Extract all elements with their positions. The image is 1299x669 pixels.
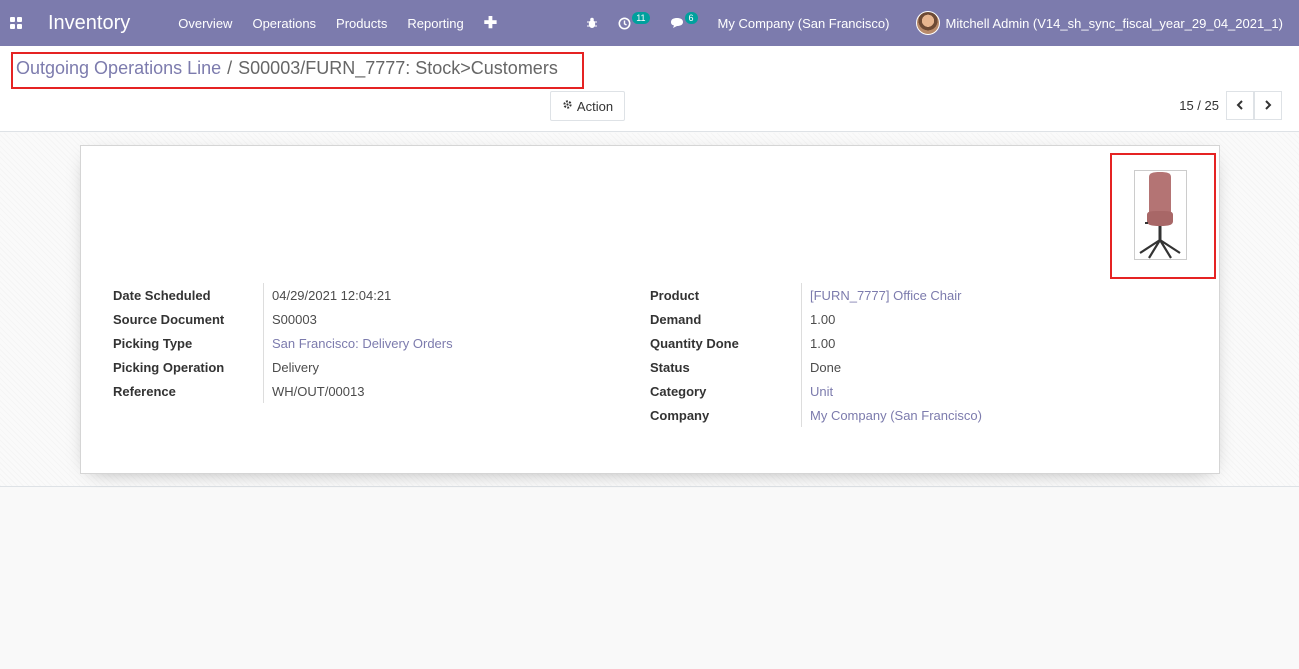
field-value: 1.00 bbox=[801, 331, 835, 355]
app-title[interactable]: Inventory bbox=[48, 12, 130, 35]
action-button[interactable]: Action bbox=[550, 91, 625, 121]
field-value: 1.00 bbox=[801, 307, 835, 331]
field-label: Picking Type bbox=[113, 335, 193, 351]
field-value: WH/OUT/00013 bbox=[263, 379, 364, 403]
field-label: Date Scheduled bbox=[113, 287, 211, 303]
field-picking-operation: Picking Operation Delivery bbox=[113, 355, 453, 379]
avatar bbox=[915, 11, 940, 35]
product-link[interactable]: [FURN_7777] Office Chair bbox=[801, 283, 962, 307]
form-sheet: Date Scheduled 04/29/2021 12:04:21 Sourc… bbox=[80, 145, 1220, 474]
user-name: Mitchell Admin (V14_sh_sync_fiscal_year_… bbox=[945, 15, 1284, 31]
pager-previous-button[interactable] bbox=[1226, 91, 1254, 120]
form-group-left: Date Scheduled 04/29/2021 12:04:21 Sourc… bbox=[113, 283, 453, 403]
menu-reporting[interactable]: Reporting bbox=[407, 16, 463, 31]
company-switcher[interactable]: My Company (San Francisco) bbox=[718, 16, 890, 31]
field-status: Status Done bbox=[650, 355, 982, 379]
field-value: 04/29/2021 12:04:21 bbox=[263, 283, 391, 307]
company-link[interactable]: My Company (San Francisco) bbox=[801, 403, 982, 427]
product-image[interactable] bbox=[1134, 170, 1187, 260]
gear-icon bbox=[562, 99, 573, 113]
messages-icon[interactable]: 6 bbox=[670, 12, 698, 29]
field-picking-type: Picking Type San Francisco: Delivery Ord… bbox=[113, 331, 453, 355]
chevron-right-icon bbox=[1264, 99, 1272, 113]
title-highlight-box bbox=[11, 52, 584, 89]
field-date-scheduled: Date Scheduled 04/29/2021 12:04:21 bbox=[113, 283, 453, 307]
field-company: Company My Company (San Francisco) bbox=[650, 403, 982, 427]
picking-type-link[interactable]: San Francisco: Delivery Orders bbox=[263, 331, 453, 355]
field-label: Quantity Done bbox=[650, 335, 739, 351]
menu-operations[interactable]: Operations bbox=[252, 16, 316, 31]
activity-icon[interactable]: 11 bbox=[618, 12, 650, 30]
category-link[interactable]: Unit bbox=[801, 379, 833, 403]
control-panel: Outgoing Operations Line / S00003/FURN_777… bbox=[0, 46, 1299, 132]
apps-menu-icon[interactable] bbox=[0, 0, 32, 46]
field-label: Company bbox=[650, 407, 710, 423]
field-label: Picking Operation bbox=[113, 359, 225, 375]
field-value: Done bbox=[801, 355, 841, 379]
field-value: Delivery bbox=[263, 355, 319, 379]
field-reference: Reference WH/OUT/00013 bbox=[113, 379, 453, 403]
field-label: Demand bbox=[650, 311, 702, 327]
field-label: Category bbox=[650, 383, 707, 399]
field-source-document: Source Document S00003 bbox=[113, 307, 453, 331]
pager-value[interactable]: 15 / 25 bbox=[1179, 98, 1219, 113]
field-label: Reference bbox=[113, 383, 176, 399]
activity-count-badge: 11 bbox=[632, 12, 650, 24]
top-navbar: Inventory Overview Operations Products R… bbox=[0, 0, 1299, 46]
form-group-right: Product [FURN_7777] Office Chair Demand … bbox=[650, 283, 982, 427]
field-product: Product [FURN_7777] Office Chair bbox=[650, 283, 982, 307]
action-label: Action bbox=[576, 98, 614, 114]
field-quantity-done: Quantity Done 1.00 bbox=[650, 331, 982, 355]
field-category: Category Unit bbox=[650, 379, 982, 403]
user-menu[interactable]: Mitchell Admin (V14_sh_sync_fiscal_year_… bbox=[915, 11, 1284, 35]
empty-background bbox=[0, 488, 1299, 669]
messages-count-badge: 6 bbox=[684, 12, 698, 24]
form-view-area: Date Scheduled 04/29/2021 12:04:21 Sourc… bbox=[0, 133, 1299, 487]
field-value: S00003 bbox=[263, 307, 317, 331]
field-label: Source Document bbox=[113, 311, 225, 327]
menu-overview[interactable]: Overview bbox=[178, 16, 232, 31]
field-label: Product bbox=[650, 287, 700, 303]
pager-next-button[interactable] bbox=[1254, 91, 1282, 120]
menu-products[interactable]: Products bbox=[336, 16, 387, 31]
quick-create-icon[interactable]: ✚ bbox=[484, 13, 497, 33]
field-label: Status bbox=[650, 359, 690, 375]
bug-icon[interactable] bbox=[586, 17, 598, 29]
field-demand: Demand 1.00 bbox=[650, 307, 982, 331]
chevron-left-icon bbox=[1236, 99, 1244, 113]
